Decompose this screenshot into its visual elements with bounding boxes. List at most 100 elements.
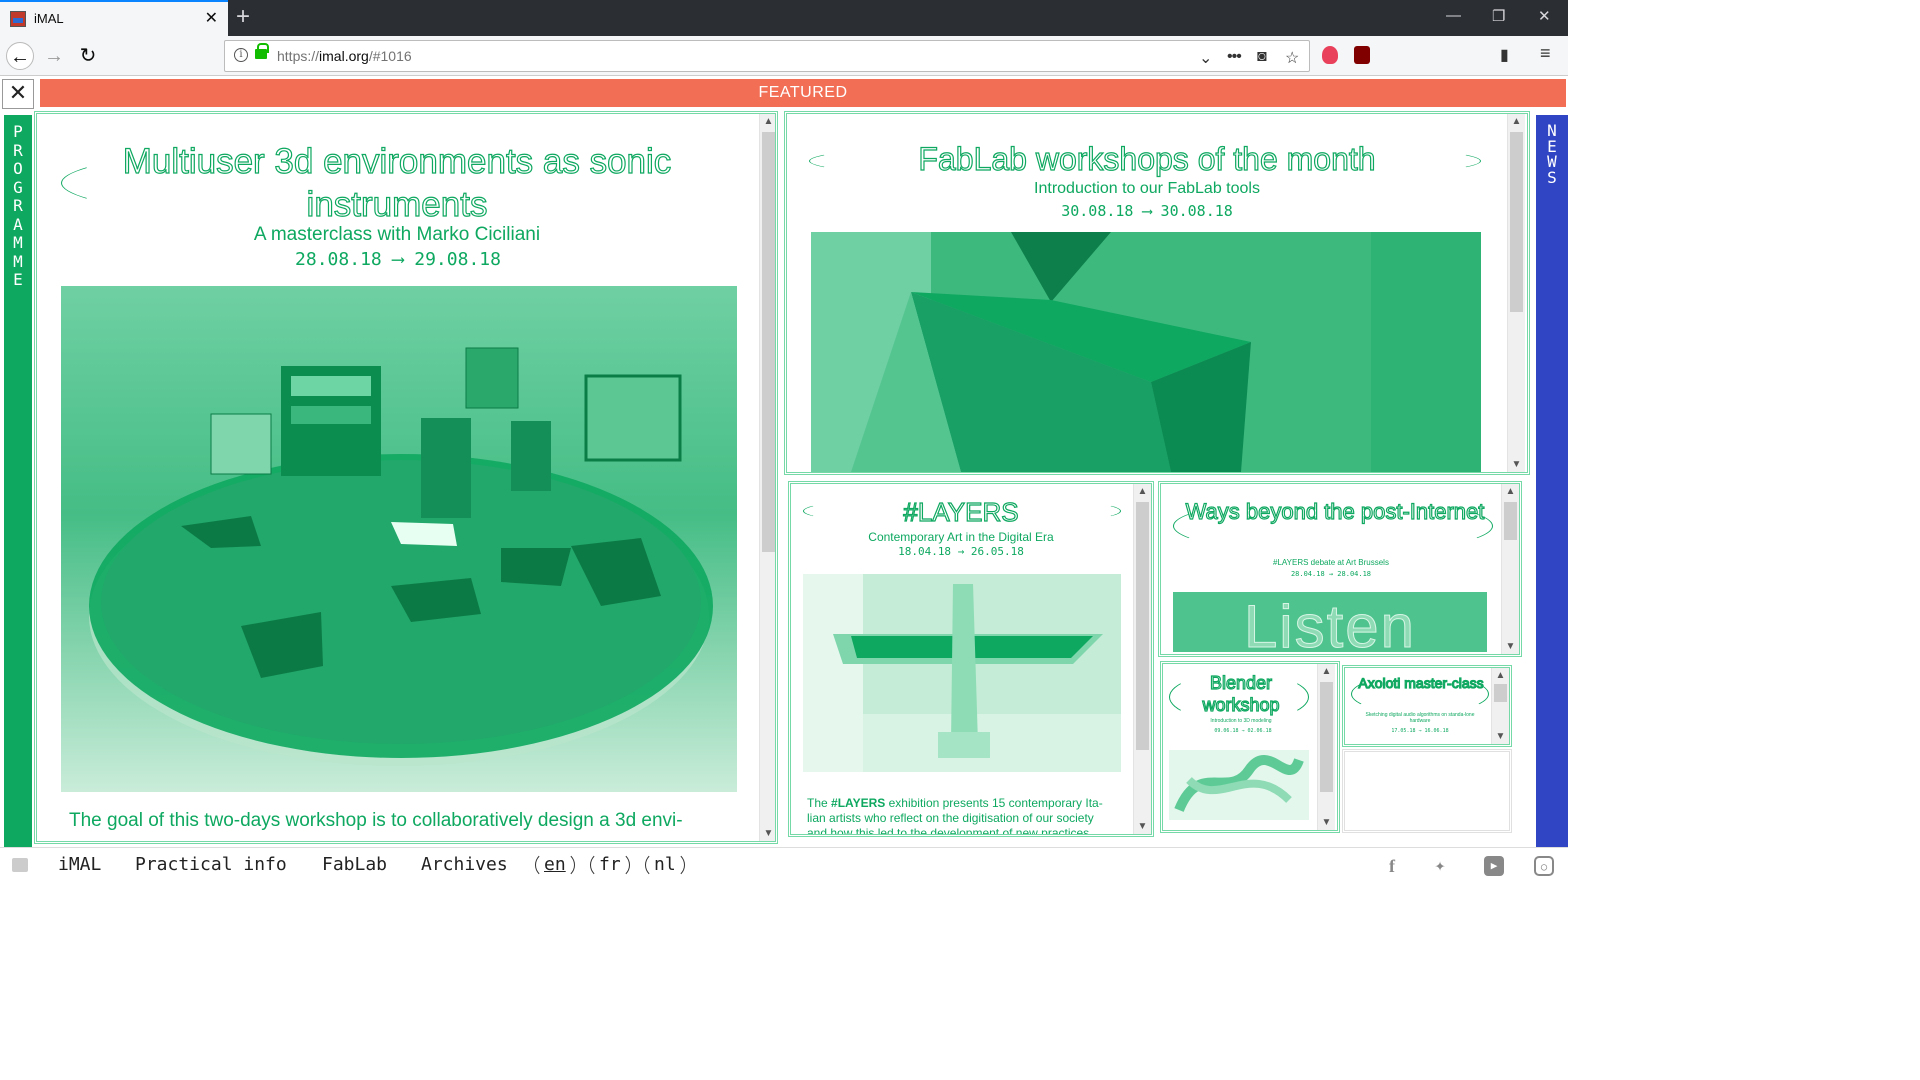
- main-event-scrollbar[interactable]: ▲ ▼: [759, 114, 775, 841]
- ways-event-subtitle: #LAYERS debate at Art Brussels: [1273, 558, 1389, 567]
- back-arrow-icon[interactable]: ←: [6, 42, 34, 70]
- library-icon[interactable]: ▮: [1500, 45, 1509, 65]
- news-label: NEWS: [1536, 123, 1568, 185]
- main-event-subtitle: A masterclass with Marko Ciciliani: [253, 224, 541, 245]
- scroll-down-icon[interactable]: ▼: [1134, 821, 1151, 832]
- blender-event-dates: 09.06.18 → 02.06.18: [1214, 728, 1272, 734]
- footer-nav: iMAL Practical info FabLab Archives en f…: [0, 847, 1568, 882]
- blender-event-card[interactable]: Blender workshop Introduction to 3D mode…: [1160, 661, 1340, 833]
- lang-fr-button[interactable]: fr: [590, 852, 630, 878]
- ways-event-title[interactable]: Ways beyond the post-Internet: [1185, 498, 1485, 525]
- minimize-icon[interactable]: —: [1446, 7, 1461, 24]
- scroll-thumb[interactable]: [1504, 502, 1517, 540]
- privacy-badger-icon[interactable]: [1322, 46, 1338, 64]
- scroll-thumb[interactable]: [1320, 682, 1333, 792]
- window-close-icon[interactable]: ✕: [1538, 7, 1551, 25]
- scroll-up-icon[interactable]: ▲: [1318, 666, 1335, 677]
- lang-nl-button[interactable]: nl: [645, 852, 685, 878]
- site-info-icon[interactable]: i: [234, 48, 248, 62]
- facebook-icon[interactable]: f: [1382, 856, 1402, 876]
- axoloti-scrollbar[interactable]: ▲ ▼: [1491, 668, 1509, 744]
- empty-card: [1342, 749, 1512, 833]
- axoloti-event-title[interactable]: Axoloti master-class: [1353, 674, 1489, 692]
- scroll-down-icon[interactable]: ▼: [1318, 817, 1335, 828]
- close-icon[interactable]: ✕: [2, 79, 34, 109]
- bookmark-star-icon[interactable]: ☆: [1285, 48, 1299, 68]
- scroll-thumb[interactable]: [762, 132, 775, 552]
- programme-sidebar[interactable]: PROGRAMME: [4, 115, 32, 847]
- layers-event-image[interactable]: [803, 574, 1121, 772]
- axoloti-event-dates: 17.05.18 → 16.06.18: [1391, 728, 1449, 734]
- scroll-up-icon[interactable]: ▲: [1492, 670, 1509, 681]
- footer-link-fablab[interactable]: FabLab: [322, 854, 387, 875]
- image-text: Listen: [1243, 593, 1417, 653]
- url-text[interactable]: https://imal.org/#1016: [277, 48, 412, 64]
- page: ✕ FEATURED PROGRAMME NEWS Multiuser 3d e…: [0, 77, 1568, 882]
- blender-event-image[interactable]: [1169, 750, 1309, 820]
- layers-event-subtitle: Contemporary Art in the Digital Era: [868, 530, 1054, 544]
- reload-icon[interactable]: ↻: [74, 42, 102, 70]
- sidebar-letter: G: [13, 177, 23, 197]
- site-favicon-icon: [10, 11, 26, 27]
- footer-link-practical-info[interactable]: Practical info: [135, 854, 287, 875]
- scroll-down-icon[interactable]: ▼: [1492, 731, 1509, 742]
- main-event-body: The goal of this two-days workshop is to…: [69, 810, 683, 831]
- blender-scrollbar[interactable]: ▲ ▼: [1317, 664, 1335, 830]
- scroll-up-icon[interactable]: ▲: [760, 116, 775, 127]
- blender-event-title[interactable]: Blender workshop: [1173, 672, 1309, 716]
- page-actions-icon[interactable]: •••: [1227, 48, 1242, 66]
- scroll-down-icon[interactable]: ▼: [1502, 641, 1519, 652]
- menu-icon[interactable]: ≡: [1540, 43, 1551, 64]
- main-event-card[interactable]: Multiuser 3d environments as sonic instr…: [34, 111, 778, 844]
- featured-bar[interactable]: FEATURED: [40, 79, 1566, 107]
- sidebar-letter: M: [13, 233, 23, 252]
- scroll-down-icon[interactable]: ▼: [760, 828, 775, 839]
- sidebar-letter: O: [13, 159, 23, 178]
- ublock-icon[interactable]: [1354, 46, 1370, 64]
- url-bar[interactable]: i https://imal.org/#1016 ⌄ ••• ◙ ☆: [224, 40, 1310, 72]
- programme-label: PROGRAMME: [4, 122, 32, 290]
- ways-event-image[interactable]: Listen: [1173, 592, 1487, 652]
- ways-scrollbar[interactable]: ▲ ▼: [1501, 484, 1519, 654]
- pocket-icon[interactable]: ◙: [1257, 48, 1267, 66]
- restore-icon[interactable]: ❐: [1492, 7, 1505, 25]
- scroll-up-icon[interactable]: ▲: [1134, 486, 1151, 497]
- scroll-up-icon[interactable]: ▲: [1508, 116, 1525, 127]
- layers-event-title[interactable]: #LAYERS: [811, 496, 1111, 528]
- sidebar-letter: M: [13, 251, 23, 271]
- scroll-thumb[interactable]: [1510, 132, 1523, 312]
- browser-tab[interactable]: iMAL ✕: [0, 0, 228, 36]
- scroll-up-icon[interactable]: ▲: [1502, 486, 1519, 497]
- lang-en-button[interactable]: en: [535, 852, 575, 878]
- youtube-icon[interactable]: ▶: [1484, 856, 1504, 876]
- scroll-thumb[interactable]: [1136, 502, 1149, 750]
- fablab-scrollbar[interactable]: ▲ ▼: [1507, 114, 1525, 472]
- fablab-event-card[interactable]: FabLab workshops of the month Introducti…: [784, 111, 1530, 475]
- new-tab-icon[interactable]: +: [236, 3, 250, 31]
- ways-event-dates: 28.04.18 → 28.04.18: [1290, 570, 1372, 578]
- axoloti-event-card[interactable]: Axoloti master-class Sketching digital a…: [1342, 665, 1512, 747]
- layers-event-card[interactable]: #LAYERS Contemporary Art in the Digital …: [788, 481, 1154, 837]
- fablab-event-dates: 30.08.18 ⟶ 30.08.18: [1061, 202, 1233, 220]
- sidebar-letter: R: [13, 196, 23, 215]
- main-event-image[interactable]: [61, 286, 737, 792]
- instagram-icon[interactable]: ◯: [1534, 856, 1554, 876]
- sidebar-letter: A: [13, 214, 23, 234]
- main-event-title[interactable]: Multiuser 3d environments as sonic instr…: [77, 140, 717, 226]
- forward-arrow-icon[interactable]: →: [40, 42, 68, 70]
- footer-link-imal[interactable]: iMAL: [58, 854, 101, 875]
- fablab-event-image[interactable]: [811, 232, 1481, 472]
- ways-event-card[interactable]: Ways beyond the post-Internet #LAYERS de…: [1158, 481, 1522, 657]
- news-sidebar[interactable]: NEWS: [1536, 115, 1568, 847]
- scroll-down-icon[interactable]: ▼: [1508, 459, 1525, 470]
- layers-scrollbar[interactable]: ▲ ▼: [1133, 484, 1151, 834]
- fablab-event-title[interactable]: FabLab workshops of the month: [827, 136, 1467, 182]
- tab-title: iMAL: [34, 11, 64, 26]
- imal-logo-icon[interactable]: [12, 858, 28, 872]
- twitter-icon[interactable]: ✦: [1430, 856, 1450, 876]
- tab-close-icon[interactable]: ✕: [205, 8, 218, 28]
- fablab-event-subtitle: Introduction to our FabLab tools: [1034, 180, 1260, 197]
- footer-link-archives[interactable]: Archives: [421, 854, 508, 875]
- scroll-thumb[interactable]: [1494, 684, 1507, 702]
- url-dropdown-icon[interactable]: ⌄: [1199, 48, 1212, 68]
